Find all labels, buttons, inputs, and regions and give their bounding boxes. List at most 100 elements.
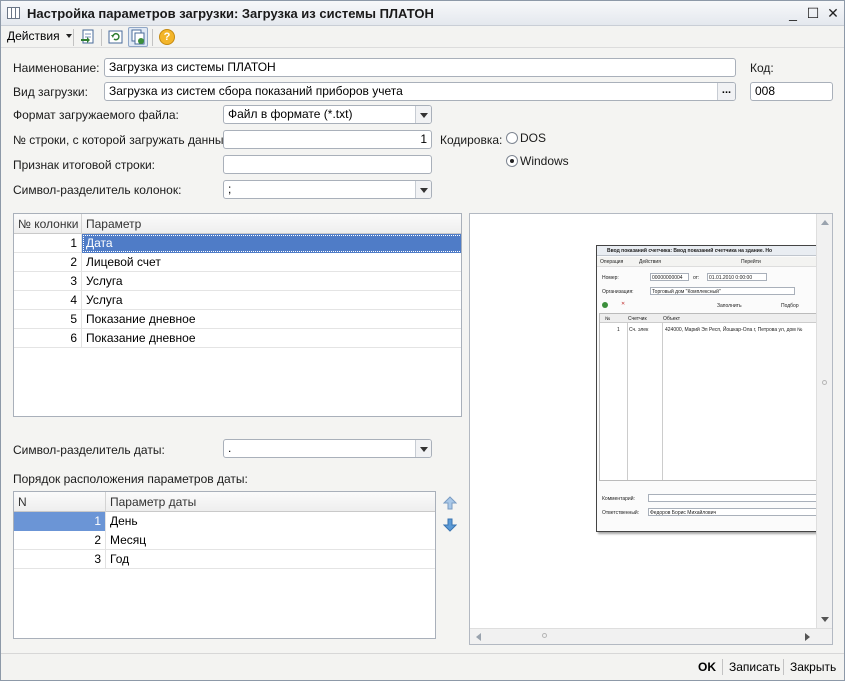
copy-settings-button[interactable] (128, 27, 148, 47)
row-number: 5 (14, 310, 82, 329)
row-number: 1 (14, 234, 82, 253)
scroll-left-icon[interactable] (476, 633, 481, 641)
minimize-button[interactable]: _ (784, 4, 802, 22)
preview-grid-row-meter: Сч. элек (629, 327, 649, 333)
preview-number-value: 00000000004 (652, 275, 683, 281)
total-row-field[interactable] (223, 155, 432, 174)
ok-button[interactable]: OK (698, 660, 716, 674)
table-row[interactable]: 1 День (14, 512, 435, 531)
preview-date-from-label: от: (693, 275, 700, 281)
preview-horizontal-scrollbar[interactable] (470, 628, 832, 644)
scroll-thumb-grip[interactable] (822, 380, 827, 385)
close-button[interactable]: Закрыть (790, 660, 836, 674)
preview-tb-goto: Перейти (741, 259, 761, 265)
column-header-parameter[interactable]: Параметр (82, 214, 461, 234)
actions-menu-label: Действия (7, 29, 60, 43)
file-format-dropdown-button[interactable] (415, 106, 431, 123)
row-parameter: Год (106, 550, 435, 569)
table-row[interactable]: 5 Показание дневное (14, 310, 461, 329)
preview-grid-h-meter: Счетчик (628, 316, 647, 322)
settings-window: Настройка параметров загрузки: Загрузка … (0, 0, 845, 681)
table-row[interactable]: 1 Дата (14, 234, 461, 253)
encoding-dos-label[interactable]: DOS (520, 131, 546, 145)
scroll-thumb-grip[interactable] (542, 633, 547, 638)
date-separator-select[interactable]: . (223, 439, 432, 458)
row-number: 6 (14, 329, 82, 348)
preview-vertical-scrollbar[interactable] (816, 214, 832, 628)
total-row-label: Признак итоговой строки: (13, 158, 155, 172)
date-separator-dropdown-button[interactable] (415, 440, 431, 457)
date-header-n[interactable]: N (14, 492, 106, 512)
column-separator-value: ; (228, 182, 232, 196)
save-and-close-button[interactable] (78, 27, 98, 47)
row-parameter: Месяц (106, 531, 435, 550)
preview-tb-operation: Операция (600, 259, 624, 265)
table-row[interactable]: 6 Показание дневное (14, 329, 461, 348)
date-table-header: N Параметр даты (14, 492, 435, 512)
row-number: 3 (14, 550, 106, 569)
toolbar-separator (73, 29, 74, 46)
file-format-label: Формат загружаемого файла: (13, 108, 179, 122)
select-load-type-button[interactable]: ... (717, 83, 735, 100)
actions-menu[interactable]: Действия (7, 29, 72, 43)
column-separator-dropdown-button[interactable] (415, 181, 431, 198)
scroll-right-icon[interactable] (805, 633, 810, 641)
encoding-dos-radio[interactable] (506, 132, 518, 144)
table-row[interactable]: 3 Услуга (14, 272, 461, 291)
name-field[interactable]: Загрузка из системы ПЛАТОН (104, 58, 736, 77)
preview-responsible-value: Федоров Борис Михайлович (650, 510, 717, 516)
window-title: Настройка параметров загрузки: Загрузка … (27, 6, 434, 21)
columns-table[interactable]: № колонки Параметр 1 Дата 2 Лицевой счет… (13, 213, 462, 417)
preview-grid: № Счетчик Объект 1 Сч. элек 424000, Мари… (599, 313, 817, 481)
table-row[interactable]: 2 Месяц (14, 531, 435, 550)
close-window-button[interactable]: ✕ (824, 4, 842, 22)
preview-screenshot: Ввод показаний счетчика: Ввод показаний … (596, 245, 818, 532)
column-header-number[interactable]: № колонки (14, 214, 82, 234)
move-down-button[interactable] (442, 518, 458, 532)
copy-doc-icon (131, 29, 145, 45)
row-parameter: Лицевой счет (82, 253, 461, 272)
preview-org-field: Торговый дом "Комплексный" (650, 287, 795, 295)
preview-title: Ввод показаний счетчика: Ввод показаний … (607, 248, 773, 254)
preview-title-bar: Ввод показаний счетчика: Ввод показаний … (597, 246, 817, 256)
preview-date-field: 01.01.2010 0:00:00 (707, 273, 767, 281)
save-button[interactable]: Записать (729, 660, 780, 674)
preview-select-button: Подбор (781, 303, 799, 309)
refresh-icon (108, 30, 123, 44)
row-number: 1 (14, 512, 106, 531)
arrow-down-icon (442, 518, 458, 532)
encoding-label: Кодировка: (440, 133, 503, 147)
title-bar[interactable]: Настройка параметров загрузки: Загрузка … (1, 1, 844, 26)
move-up-button[interactable] (442, 496, 458, 510)
preview-pane[interactable]: Ввод показаний счетчика: Ввод показаний … (469, 213, 833, 645)
help-button[interactable]: ? (157, 27, 177, 47)
table-row[interactable]: 4 Услуга (14, 291, 461, 310)
table-row[interactable]: 3 Год (14, 550, 435, 569)
load-type-value: Загрузка из систем сбора показаний прибо… (109, 84, 403, 98)
start-row-field[interactable]: 1 (223, 130, 432, 149)
date-header-param[interactable]: Параметр даты (106, 492, 435, 512)
preview-grid-h-object: Объект (663, 316, 681, 322)
row-parameter: Показание дневное (82, 329, 461, 348)
scroll-up-icon[interactable] (821, 220, 829, 225)
save-close-icon (81, 29, 94, 44)
code-field[interactable]: 008 (750, 82, 833, 101)
maximize-button[interactable]: ☐ (804, 4, 822, 22)
toolbar-separator (101, 29, 102, 46)
load-type-field[interactable]: Загрузка из систем сбора показаний прибо… (104, 82, 736, 101)
date-params-table[interactable]: N Параметр даты 1 День 2 Месяц 3 Год (13, 491, 436, 639)
preview-number-field: 00000000004 (650, 273, 689, 281)
scroll-down-icon[interactable] (821, 617, 829, 622)
column-separator-select[interactable]: ; (223, 180, 432, 199)
encoding-windows-label[interactable]: Windows (520, 154, 569, 168)
preview-grid-h-n: № (605, 316, 611, 322)
toolbar: Действия ? (1, 26, 844, 48)
encoding-windows-radio[interactable] (506, 155, 518, 167)
preview-responsible-label: Ответственный: (602, 510, 640, 516)
table-row[interactable]: 2 Лицевой счет (14, 253, 461, 272)
toolbar-separator (152, 29, 153, 46)
chevron-down-icon (65, 34, 72, 38)
preview-number-label: Номер: (602, 275, 619, 281)
reread-button[interactable] (106, 27, 126, 47)
file-format-select[interactable]: Файл в формате (*.txt) (223, 105, 432, 124)
